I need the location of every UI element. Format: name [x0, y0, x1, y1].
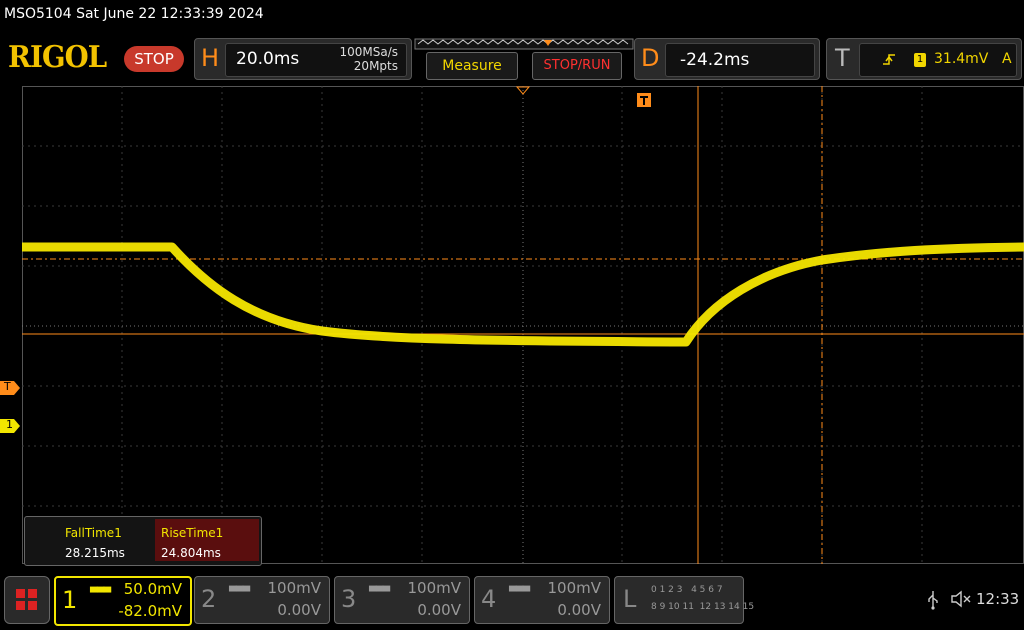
delay-display: -24.2ms	[665, 43, 815, 77]
waveform-overview-bar[interactable]	[414, 38, 636, 52]
horizontal-display: 20.0ms 100MSa/s 20Mpts	[225, 43, 407, 77]
dc-coupling-icon: ▀▀▀	[90, 588, 111, 599]
measure-button[interactable]: Measure	[426, 52, 518, 80]
channel-number: 1	[62, 586, 78, 614]
logic-channels-row1: 0 1 2 3 4 5 6 7	[651, 585, 723, 595]
dc-coupling-icon: ▀▀▀	[509, 587, 530, 598]
status-clock: 12:33	[976, 590, 1020, 608]
speaker-muted-icon[interactable]	[950, 590, 972, 608]
dc-coupling-icon: ▀▀▀	[369, 587, 390, 598]
channel3-panel[interactable]: 3 ▀▀▀ 100mV 0.00V	[334, 576, 470, 624]
channel-scale: 100mV	[547, 579, 601, 597]
timebase-value: 20.0ms	[236, 49, 300, 69]
sample-rate: 100MSa/s	[339, 45, 398, 59]
trigger-panel[interactable]: T 1 31.4mV A	[826, 38, 1022, 80]
waveform-grid[interactable]	[22, 86, 1024, 564]
bottom-bar: 1 ▀▀▀ 50.0mV -82.0mV 2 ▀▀▀ 100mV 0.00V 3…	[0, 570, 1024, 630]
delay-marker-icon	[637, 93, 651, 107]
run-state-badge[interactable]: STOP	[124, 46, 184, 72]
rigol-logo: RIGOL	[8, 40, 107, 75]
measurement-value: 24.804ms	[161, 546, 221, 560]
memory-depth: 20Mpts	[353, 59, 398, 73]
measurement-label: FallTime1	[65, 526, 122, 540]
channel-number: 3	[341, 585, 357, 613]
measurement-cell-rise: RiseTime1 24.804ms	[155, 519, 259, 561]
channel-offset: 0.00V	[417, 601, 461, 619]
delay-panel[interactable]: D -24.2ms	[634, 38, 820, 80]
trigger-level-marker[interactable]: T	[0, 380, 20, 395]
delay-value: -24.2ms	[680, 50, 750, 70]
trigger-level: 31.4mV	[934, 51, 989, 67]
channel-scale: 100mV	[407, 579, 461, 597]
channel-offset: 0.00V	[277, 601, 321, 619]
channel2-panel[interactable]: 2 ▀▀▀ 100mV 0.00V	[194, 576, 330, 624]
trigger-source-badge: 1	[914, 53, 926, 67]
device-title: MSO5104 Sat June 22 12:33:39 2024	[4, 6, 264, 22]
logic-panel[interactable]: L 0 1 2 3 4 5 6 7 8 9 10 11 12 13 14 15	[614, 576, 754, 624]
channel1-panel[interactable]: 1 ▀▀▀ 50.0mV -82.0mV	[54, 576, 192, 626]
channel-offset: -82.0mV	[118, 602, 182, 620]
measurement-cell-fall: FallTime1 28.215ms	[27, 519, 155, 561]
measurement-label: RiseTime1	[161, 526, 224, 540]
trigger-letter: T	[835, 44, 850, 72]
trigger-display: 1 31.4mV A	[859, 43, 1017, 77]
logic-letter: L	[623, 585, 637, 613]
trigger-mode: A	[1002, 51, 1012, 67]
channel-scale: 50.0mV	[123, 580, 182, 598]
menu-icon[interactable]	[4, 576, 50, 624]
logic-channels-row2: 8 9 10 11 12 13 14 15	[651, 602, 755, 612]
stop-run-button[interactable]: STOP/RUN	[532, 52, 622, 80]
delay-letter: D	[641, 44, 660, 72]
measurement-value: 28.215ms	[65, 546, 125, 560]
channel-offset: 0.00V	[557, 601, 601, 619]
channel1-ground-marker[interactable]: 1	[0, 418, 20, 433]
measurement-panel[interactable]: FallTime1 28.215ms RiseTime1 24.804ms	[24, 516, 262, 566]
channel-scale: 100mV	[267, 579, 321, 597]
channel-number: 2	[201, 585, 217, 613]
trigger-edge-icon	[883, 54, 895, 65]
usb-icon	[928, 591, 938, 610]
channel4-panel[interactable]: 4 ▀▀▀ 100mV 0.00V	[474, 576, 610, 624]
horizontal-letter: H	[201, 44, 220, 72]
dc-coupling-icon: ▀▀▀	[229, 587, 250, 598]
horizontal-panel[interactable]: H 20.0ms 100MSa/s 20Mpts	[194, 38, 412, 80]
channel-number: 4	[481, 585, 497, 613]
